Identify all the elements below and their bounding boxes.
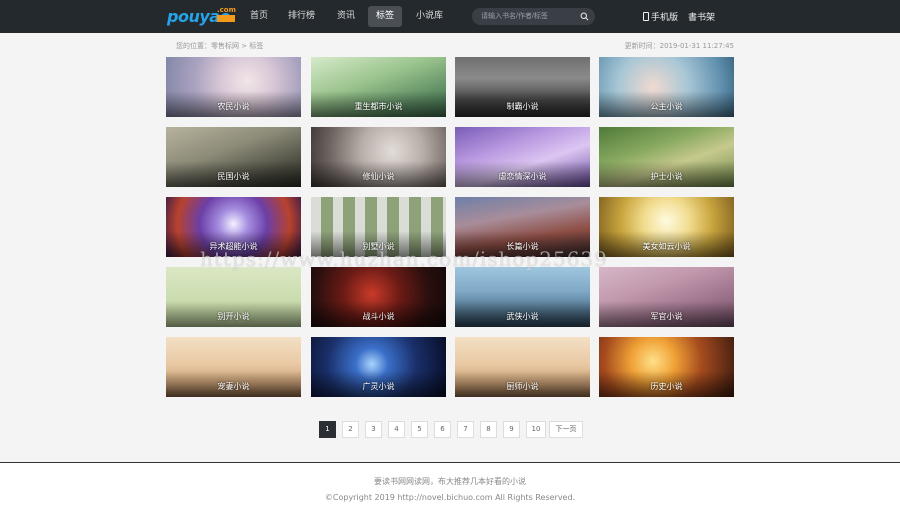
category-label: 农民小说 xyxy=(217,102,250,111)
category-label: 护士小说 xyxy=(650,172,683,181)
mobile-version-link[interactable]: 手机版 xyxy=(643,10,678,23)
pagination: 1 2 3 4 5 6 7 8 9 10 下一页 xyxy=(0,421,900,438)
page-8-button[interactable]: 8 xyxy=(480,421,497,438)
footer-copyright: ©Copyright 2019 http://novel.bichuo.com … xyxy=(324,493,576,502)
category-label: 军官小说 xyxy=(650,312,683,321)
nav-library[interactable]: 小说库 xyxy=(408,6,451,27)
site-logo[interactable]: pouyao .com xyxy=(167,6,237,26)
search-box xyxy=(472,8,595,25)
nav-news[interactable]: 资讯 xyxy=(329,6,363,27)
category-label: 宠妻小说 xyxy=(217,382,250,391)
category-card[interactable]: 战斗小说 xyxy=(311,267,446,327)
next-page-button[interactable]: 下一页 xyxy=(549,421,583,438)
phone-icon xyxy=(643,12,649,21)
category-label: 修仙小说 xyxy=(362,172,395,181)
page-1-button[interactable]: 1 xyxy=(319,421,336,438)
nav-ranking[interactable]: 排行榜 xyxy=(280,6,323,27)
nav-tags[interactable]: 标签 xyxy=(368,6,403,27)
category-card[interactable]: 广灵小说 xyxy=(311,337,446,397)
category-card[interactable]: 别开小说 xyxy=(166,267,301,327)
category-label: 厨师小说 xyxy=(506,382,539,391)
category-label: 广灵小说 xyxy=(362,382,395,391)
category-label: 民国小说 xyxy=(217,172,250,181)
search-input[interactable] xyxy=(481,11,573,22)
footer: 要读书网网读网，布大推荐几本好看的小说 ©Copyright 2019 http… xyxy=(0,462,900,516)
category-label: 公主小说 xyxy=(650,102,683,111)
category-card[interactable]: 虐恋情深小说 xyxy=(455,127,590,187)
page-5-button[interactable]: 5 xyxy=(411,421,428,438)
category-label: 历史小说 xyxy=(650,382,683,391)
category-card[interactable]: 武侠小说 xyxy=(455,267,590,327)
footer-tagline: 要读书网网读网，布大推荐几本好看的小说 xyxy=(374,477,526,486)
category-label: 别开小说 xyxy=(217,312,250,321)
search-icon[interactable] xyxy=(580,12,589,21)
category-grid: 农民小说 重生都市小说 制霸小说 公主小说 民国小说 修仙小说 虐恋情深小说 护… xyxy=(166,57,735,397)
category-card[interactable]: 护士小说 xyxy=(599,127,734,187)
category-card[interactable]: 重生都市小说 xyxy=(311,57,446,117)
category-card[interactable]: 历史小说 xyxy=(599,337,734,397)
page-2-button[interactable]: 2 xyxy=(342,421,359,438)
category-label: 重生都市小说 xyxy=(354,102,403,111)
category-card[interactable]: 厨师小说 xyxy=(455,337,590,397)
category-card[interactable]: 公主小说 xyxy=(599,57,734,117)
page-3-button[interactable]: 3 xyxy=(365,421,382,438)
top-navbar: pouyao .com 首页 排行榜 资讯 标签 小说库 手机版 書书架 xyxy=(0,0,900,33)
breadcrumb: 您的位置：零售标网 > 标签 xyxy=(176,42,264,50)
update-time: 更新时间：2019-01-31 11:27:45 xyxy=(624,42,734,50)
category-card[interactable]: 制霸小说 xyxy=(455,57,590,117)
page-4-button[interactable]: 4 xyxy=(388,421,405,438)
page-9-button[interactable]: 9 xyxy=(503,421,520,438)
category-card[interactable]: 修仙小说 xyxy=(311,127,446,187)
page-6-button[interactable]: 6 xyxy=(434,421,451,438)
category-label: 武侠小说 xyxy=(506,312,539,321)
logo-badge xyxy=(217,15,235,22)
category-label: 制霸小说 xyxy=(506,102,539,111)
category-card[interactable]: 农民小说 xyxy=(166,57,301,117)
category-label: 虐恋情深小说 xyxy=(498,172,547,181)
watermark-text: https://www.huzhan.com/ishop25639 xyxy=(200,247,608,271)
page-10-button[interactable]: 10 xyxy=(526,421,546,438)
page-7-button[interactable]: 7 xyxy=(457,421,474,438)
category-label: 战斗小说 xyxy=(362,312,395,321)
category-card[interactable]: 军官小说 xyxy=(599,267,734,327)
category-card[interactable]: 民国小说 xyxy=(166,127,301,187)
bookshelf-link[interactable]: 書书架 xyxy=(688,10,715,23)
logo-tld: .com xyxy=(217,6,236,14)
nav-home[interactable]: 首页 xyxy=(242,6,276,27)
category-card[interactable]: 宠妻小说 xyxy=(166,337,301,397)
mobile-label: 手机版 xyxy=(651,13,679,23)
